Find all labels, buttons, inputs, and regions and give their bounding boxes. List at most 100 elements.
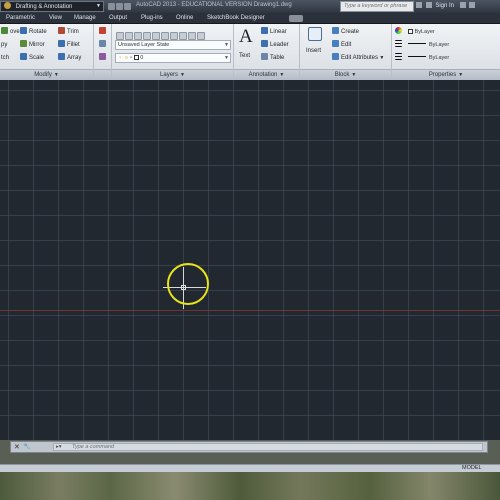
block-panel-title[interactable]: Block ▼ xyxy=(300,69,391,80)
trim-icon xyxy=(58,27,65,34)
array-button[interactable]: Array xyxy=(58,53,81,63)
tab-view[interactable]: View xyxy=(49,14,62,23)
table-button[interactable]: Table xyxy=(261,53,284,63)
user-icon xyxy=(425,2,432,8)
linetype-swatch xyxy=(408,43,426,44)
mirror-icon xyxy=(20,40,27,47)
copy-icon[interactable] xyxy=(99,40,108,50)
text-button-label[interactable]: Text xyxy=(239,51,250,61)
properties-panel: ByLayer ByLayer ByLayer Properties ▼ xyxy=(392,24,500,80)
rotate-icon xyxy=(20,27,27,34)
move-button[interactable]: ove xyxy=(1,27,20,37)
workspace-label: Drafting & Annotation xyxy=(15,4,73,10)
insert-button-label[interactable]: Insert xyxy=(306,46,321,56)
tab-manage[interactable]: Manage xyxy=(74,14,96,23)
edit-attributes-button[interactable]: Edit Attributes ▼ xyxy=(332,53,384,63)
pencil-icon[interactable] xyxy=(99,27,108,37)
color-swatch xyxy=(408,29,413,34)
fillet-button[interactable]: Fillet xyxy=(58,40,80,50)
annotation-panel: A Text Linear Leader Table Annotation ▼ xyxy=(234,24,300,80)
cursor-highlight-circle xyxy=(167,263,209,305)
tab-sketchbook-designer[interactable]: SketchBook Designer xyxy=(207,14,265,23)
close-icon[interactable]: ✕ xyxy=(14,443,20,452)
layers-panel-title[interactable]: Layers ▼ xyxy=(112,69,233,80)
model-space-button[interactable]: MODEL xyxy=(462,465,482,472)
search-input[interactable]: Type a keyword or phrase xyxy=(340,1,414,12)
stretch-button[interactable]: tch xyxy=(1,53,9,63)
autocad-window: Drafting & Annotation ▼ AutoCAD 2013 - E… xyxy=(0,0,500,500)
lightbulb-icon: ♀ xyxy=(118,55,123,61)
modify-panel-title[interactable]: Modify ▼ xyxy=(0,69,93,80)
exchange-icon[interactable] xyxy=(459,2,466,8)
sign-in-link[interactable]: Sign In xyxy=(435,3,454,9)
window-title: AutoCAD 2013 - EDUCATIONAL VERSION Drawi… xyxy=(136,2,292,8)
properties-panel-title[interactable]: Properties ▼ xyxy=(392,69,500,80)
scale-icon xyxy=(20,53,27,60)
layer-properties-icon[interactable] xyxy=(116,32,124,40)
tab-parametric[interactable]: Parametric xyxy=(6,14,35,23)
layer-merge-icon[interactable] xyxy=(188,32,196,40)
desktop-background xyxy=(0,472,500,500)
drawing-canvas[interactable] xyxy=(0,80,500,440)
linear-button[interactable]: Linear xyxy=(261,27,287,37)
array-icon xyxy=(58,53,65,60)
ribbon-tabs: Parametric View Manage Output Plug-ins O… xyxy=(0,13,500,24)
copy-button[interactable]: py xyxy=(1,40,7,50)
layer-lock-state-icon: ▫ xyxy=(130,55,133,61)
tab-plug-ins[interactable]: Plug-ins xyxy=(141,14,163,23)
rotate-button[interactable]: Rotate xyxy=(20,27,47,37)
chevron-down-icon: ▼ xyxy=(96,3,101,9)
layer-off-icon[interactable] xyxy=(134,32,142,40)
annotation-panel-title[interactable]: Annotation ▼ xyxy=(234,69,299,80)
command-line: ✕ 🔧 ▸▾ Type a command xyxy=(10,441,488,453)
command-input[interactable]: ▸▾ Type a command xyxy=(53,443,483,451)
explode-icon[interactable] xyxy=(99,53,108,63)
insert-block-icon[interactable] xyxy=(308,27,322,41)
tab-output[interactable]: Output xyxy=(109,14,127,23)
table-icon xyxy=(261,53,268,60)
redo-icon[interactable] xyxy=(116,3,123,10)
modify-extra-tools xyxy=(94,24,112,80)
lineweight-select[interactable]: ByLayer xyxy=(406,54,496,64)
tab-online[interactable]: Online xyxy=(176,14,193,23)
match-properties-icon[interactable] xyxy=(395,27,404,37)
layer-state-select[interactable]: Unsaved Layer State ▼ xyxy=(115,40,231,50)
text-tool-icon[interactable]: A xyxy=(239,26,253,48)
scale-button[interactable]: Scale xyxy=(20,53,44,63)
fillet-icon xyxy=(58,40,65,47)
command-prompt-icon: ▸▾ xyxy=(56,444,62,450)
linetype-icon xyxy=(395,40,404,50)
gear-icon xyxy=(4,2,11,9)
linetype-select[interactable]: ByLayer xyxy=(406,41,496,51)
ribbon-toggle-button[interactable] xyxy=(289,15,303,22)
create-block-icon xyxy=(332,27,339,34)
layer-delete-icon[interactable] xyxy=(197,32,205,40)
layer-walk-icon[interactable] xyxy=(179,32,187,40)
layer-lock-icon[interactable] xyxy=(152,32,160,40)
layer-isolate-icon[interactable] xyxy=(125,32,133,40)
title-bar: Drafting & Annotation ▼ AutoCAD 2013 - E… xyxy=(0,0,500,13)
layers-panel: Unsaved Layer State ▼ ♀ ☼ ▫ 0 ▼ Layers ▼ xyxy=(112,24,234,80)
edit-block-button[interactable]: Edit xyxy=(332,40,351,50)
trim-button[interactable]: Trim xyxy=(58,27,79,37)
layer-select[interactable]: ♀ ☼ ▫ 0 ▼ xyxy=(115,53,231,63)
layer-match-icon[interactable] xyxy=(161,32,169,40)
lineweight-swatch xyxy=(408,56,426,57)
workspace-switcher[interactable]: Drafting & Annotation ▼ xyxy=(0,1,104,12)
help-icon[interactable] xyxy=(469,2,476,8)
wrench-icon[interactable]: 🔧 xyxy=(23,443,30,452)
undo-icon[interactable] xyxy=(108,3,115,10)
create-block-button[interactable]: Create xyxy=(332,27,359,37)
mirror-button[interactable]: Mirror xyxy=(20,40,45,50)
leader-icon xyxy=(261,40,268,47)
leader-button[interactable]: Leader xyxy=(261,40,289,50)
color-select[interactable]: ByLayer xyxy=(406,28,496,38)
layer-previous-icon[interactable] xyxy=(170,32,178,40)
plot-icon[interactable] xyxy=(124,3,131,10)
titlebar-right: Sign In xyxy=(416,2,500,9)
ribbon: ove py tch Rotate Mirror Scale Trim Fill… xyxy=(0,24,500,80)
lineweight-icon xyxy=(395,53,404,63)
search-icon[interactable] xyxy=(416,2,422,8)
layer-freeze-icon[interactable] xyxy=(143,32,151,40)
block-panel: Insert Create Edit Edit Attributes ▼ Blo… xyxy=(300,24,392,80)
